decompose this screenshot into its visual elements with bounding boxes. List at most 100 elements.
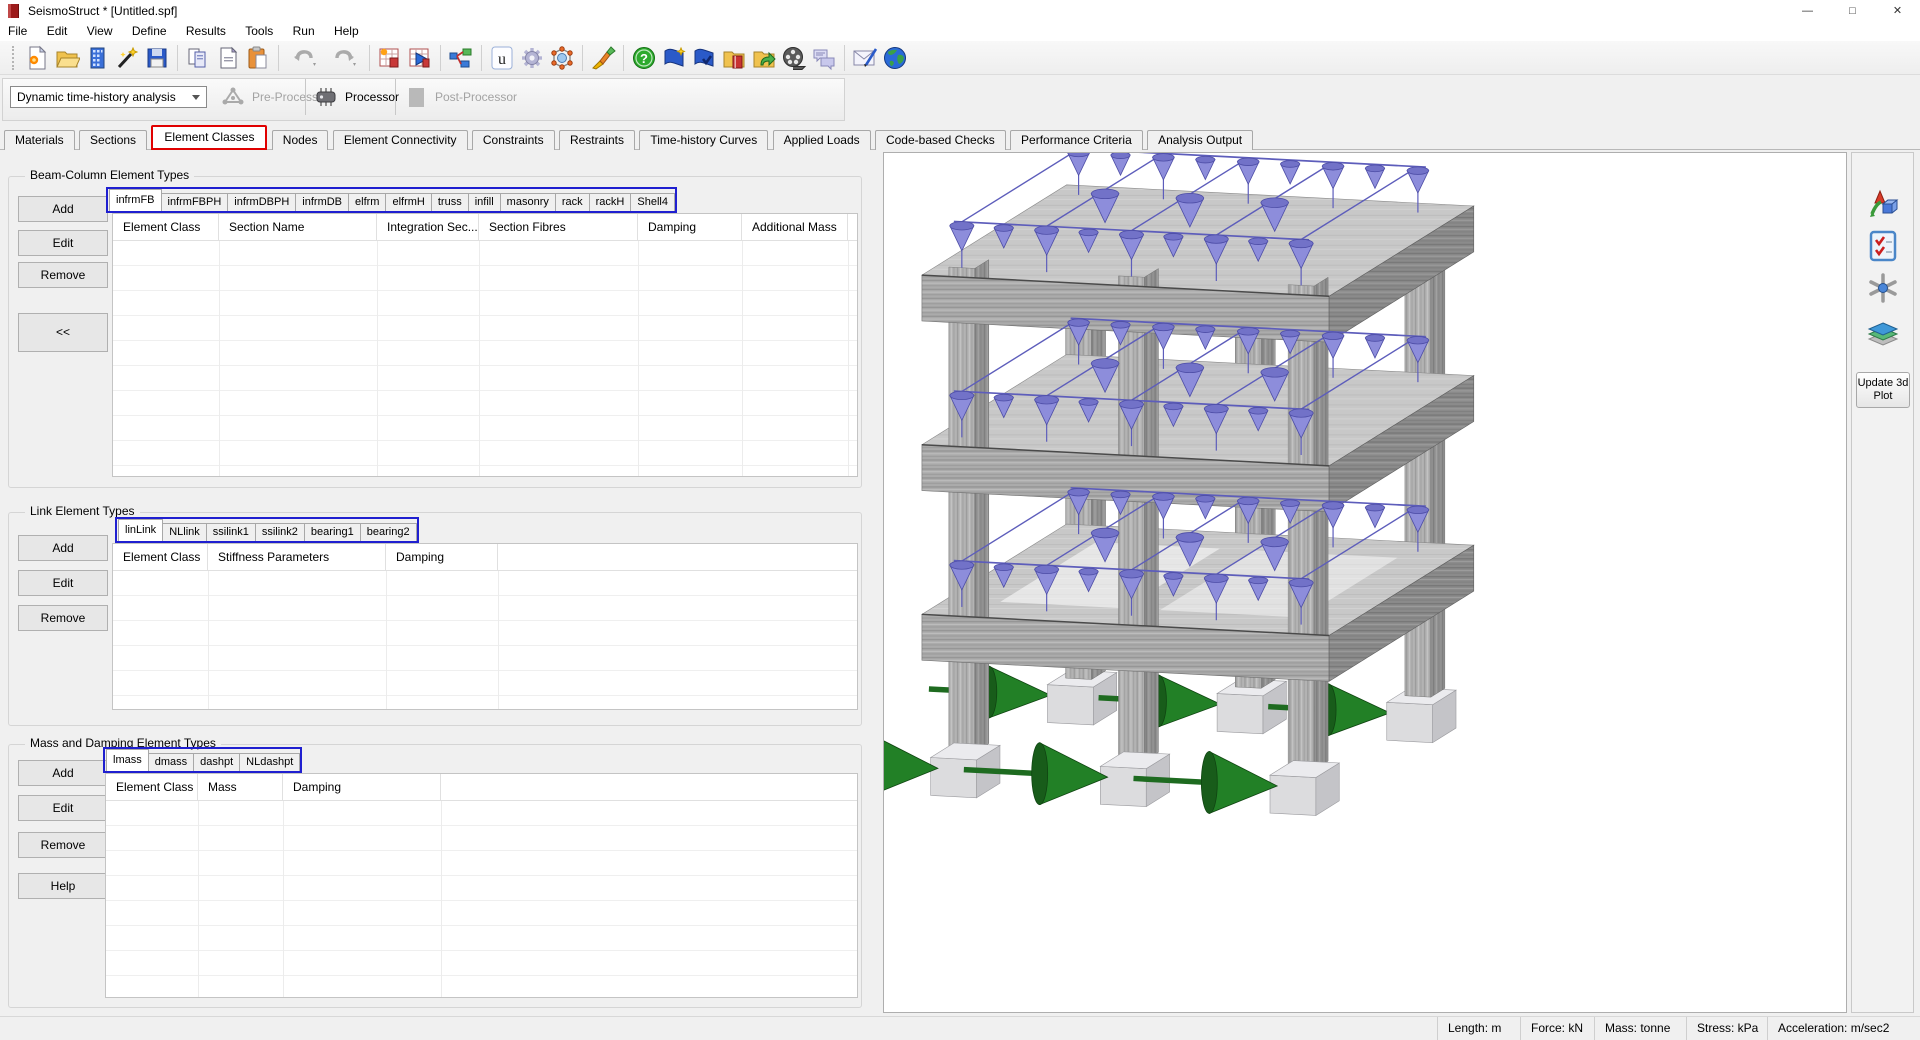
col-mass[interactable]: Mass [198, 774, 283, 801]
subtab-infrmDBPH[interactable]: infrmDBPH [227, 193, 296, 211]
mass-edit-button[interactable]: Edit [18, 795, 108, 821]
menu-edit[interactable]: Edit [39, 22, 76, 41]
maximize-button[interactable]: □ [1830, 0, 1875, 22]
tab-code-based-checks[interactable]: Code-based Checks [875, 130, 1006, 150]
paste-icon[interactable] [243, 44, 273, 72]
tab-element-classes[interactable]: Element Classes [151, 125, 267, 150]
menu-tools[interactable]: Tools [237, 22, 281, 41]
subtab-elfrm[interactable]: elfrm [348, 193, 386, 211]
subtab-infrmDB[interactable]: infrmDB [295, 193, 349, 211]
beam-column-add-button[interactable]: Add [18, 196, 108, 222]
book-check-icon[interactable] [689, 44, 719, 72]
menu-view[interactable]: View [79, 22, 121, 41]
beam-column-table-body[interactable] [113, 241, 857, 476]
table-run-icon[interactable] [405, 44, 435, 72]
layers-icon[interactable] [1866, 317, 1900, 351]
link-add-button[interactable]: Add [18, 535, 108, 561]
undo-icon[interactable] [284, 44, 324, 72]
col-damping[interactable]: Damping [283, 774, 441, 801]
redo-icon[interactable] [324, 44, 364, 72]
connectivity-icon[interactable] [446, 44, 476, 72]
col-damping[interactable]: Damping [638, 214, 742, 241]
tab-time-history-curves[interactable]: Time-history Curves [639, 130, 768, 150]
web-icon[interactable] [880, 44, 910, 72]
col-element-class[interactable]: Element Class [113, 544, 208, 571]
subtab-NLlink[interactable]: NLlink [162, 523, 207, 541]
subtab-rack[interactable]: rack [555, 193, 590, 211]
col-additional-mass[interactable]: Additional Mass [742, 214, 848, 241]
video-icon[interactable] [779, 44, 809, 72]
new-model-icon[interactable] [22, 44, 52, 72]
mail-icon[interactable] [850, 44, 880, 72]
performance-criteria-icon[interactable] [1866, 229, 1900, 263]
link-table-body[interactable] [113, 571, 857, 709]
beam-column-edit-button[interactable]: Edit [18, 230, 108, 256]
menu-file[interactable]: File [0, 22, 35, 41]
tab-element-connectivity[interactable]: Element Connectivity [333, 130, 468, 150]
mass-add-button[interactable]: Add [18, 760, 108, 786]
mass-remove-button[interactable]: Remove [18, 832, 108, 858]
mass-table-body[interactable] [106, 801, 857, 997]
units-icon[interactable]: u [487, 44, 517, 72]
subtab-rackH[interactable]: rackH [589, 193, 632, 211]
processor-button[interactable]: Processor [313, 75, 399, 118]
menu-help[interactable]: Help [326, 22, 367, 41]
subtab-elfrmH[interactable]: elfrmH [385, 193, 431, 211]
analysis-type-select[interactable]: Dynamic time-history analysis [10, 86, 207, 108]
link-edit-button[interactable]: Edit [18, 570, 108, 596]
view-orientation-icon[interactable] [1866, 187, 1900, 221]
save-icon[interactable] [142, 44, 172, 72]
col-element-class[interactable]: Element Class [106, 774, 198, 801]
col-damping[interactable]: Damping [386, 544, 498, 571]
wizard-icon[interactable] [112, 44, 142, 72]
beam-column-remove-button[interactable]: Remove [18, 262, 108, 288]
col-section-fibres[interactable]: Section Fibres [479, 214, 638, 241]
subtab-bearing2[interactable]: bearing2 [360, 523, 417, 541]
minimize-button[interactable]: — [1785, 0, 1830, 22]
close-button[interactable]: ✕ [1875, 0, 1920, 22]
subtab-ssilink2[interactable]: ssilink2 [255, 523, 305, 541]
model-view-icon[interactable] [547, 44, 577, 72]
tab-nodes[interactable]: Nodes [272, 130, 329, 150]
tab-performance-criteria[interactable]: Performance Criteria [1010, 130, 1143, 150]
col-element-class[interactable]: Element Class [113, 214, 219, 241]
tab-analysis-output[interactable]: Analysis Output [1147, 130, 1253, 150]
project-import-icon[interactable] [719, 44, 749, 72]
feedback-icon[interactable] [809, 44, 839, 72]
col-stiffness-parameters[interactable]: Stiffness Parameters [208, 544, 386, 571]
subtab-ssilink1[interactable]: ssilink1 [206, 523, 256, 541]
project-export-icon[interactable] [749, 44, 779, 72]
subtab-infrmFBPH[interactable]: infrmFBPH [161, 193, 229, 211]
col-integration-sections[interactable]: Integration Sec... [377, 214, 479, 241]
tab-materials[interactable]: Materials [4, 130, 75, 150]
building-view-icon[interactable] [82, 44, 112, 72]
copy-icon[interactable] [183, 44, 213, 72]
subtab-masonry[interactable]: masonry [500, 193, 556, 211]
help-icon[interactable]: ? [629, 44, 659, 72]
menu-results[interactable]: Results [178, 22, 234, 41]
post-processor-button[interactable]: Post-Processor [403, 75, 517, 118]
col-section-name[interactable]: Section Name [219, 214, 377, 241]
tab-constraints[interactable]: Constraints [472, 130, 555, 150]
link-remove-button[interactable]: Remove [18, 605, 108, 631]
open-model-icon[interactable] [52, 44, 82, 72]
duplicate-icon[interactable] [213, 44, 243, 72]
subtab-dmass[interactable]: dmass [148, 753, 194, 771]
subtab-infrmFB[interactable]: infrmFB [109, 189, 162, 211]
brush-icon[interactable] [588, 44, 618, 72]
subtab-truss[interactable]: truss [431, 193, 469, 211]
subtab-lmass[interactable]: lmass [106, 749, 149, 771]
axes-icon[interactable] [1866, 271, 1900, 305]
tab-sections[interactable]: Sections [79, 130, 147, 150]
book-new-icon[interactable] [659, 44, 689, 72]
update-3d-plot-button[interactable]: Update 3d Plot [1856, 372, 1910, 408]
subtab-NLdashpt[interactable]: NLdashpt [239, 753, 300, 771]
subtab-bearing1[interactable]: bearing1 [304, 523, 361, 541]
3d-plot-viewport[interactable] [883, 152, 1847, 1013]
subtab-linLink[interactable]: linLink [118, 519, 163, 541]
tab-restraints[interactable]: Restraints [559, 130, 635, 150]
mass-help-button[interactable]: Help [18, 873, 108, 899]
tab-applied-loads[interactable]: Applied Loads [773, 130, 871, 150]
table-new-icon[interactable] [375, 44, 405, 72]
menu-define[interactable]: Define [124, 22, 175, 41]
